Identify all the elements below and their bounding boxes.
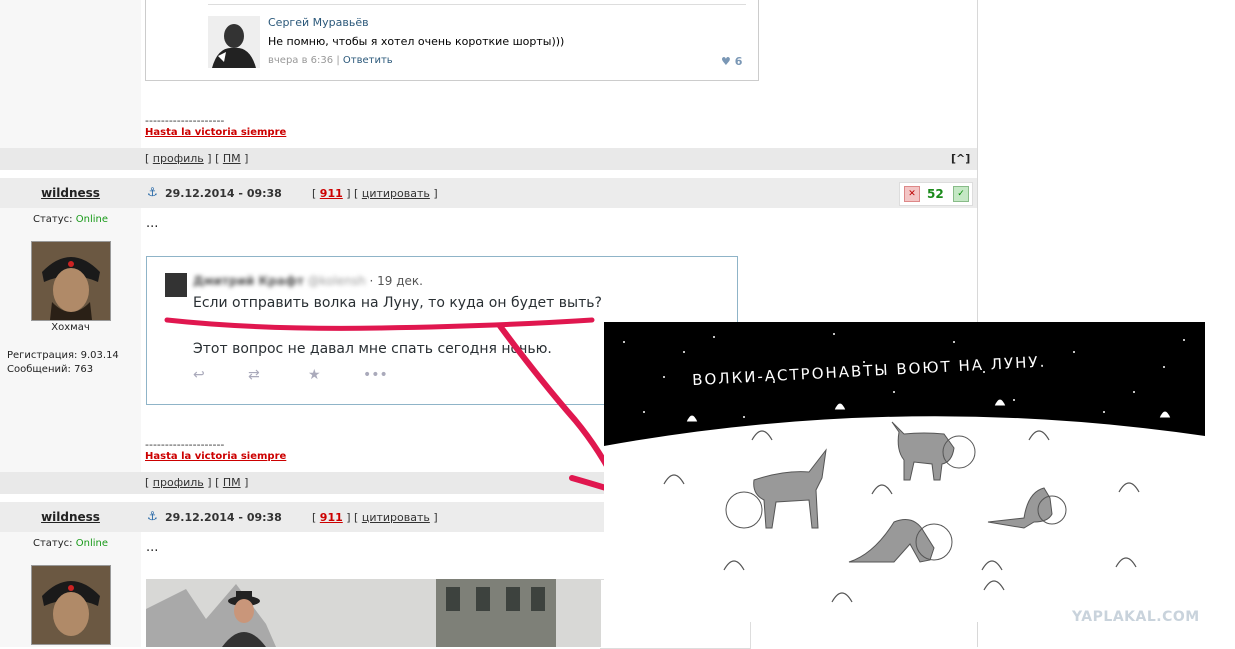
signature-line: -------------------- — [145, 438, 225, 451]
tweet-line-2: Этот вопрос не давал мне спать сегодня н… — [193, 341, 552, 357]
post-number-link[interactable]: 911 — [320, 511, 343, 524]
rating-box: ✕ 52 ✓ — [899, 182, 973, 206]
tweet-line-1: Если отправить волка на Луну, то куда он… — [193, 295, 602, 311]
status-label: Статус: — [33, 538, 73, 549]
avatar[interactable] — [31, 565, 111, 645]
left-column — [0, 0, 141, 148]
comment-time: вчера в 6:36 — [268, 55, 334, 66]
quote-link[interactable]: цитировать — [362, 187, 430, 200]
status-value: Online — [75, 214, 108, 225]
favorite-icon[interactable]: ★ — [308, 367, 321, 383]
comment-separator: | — [336, 55, 340, 66]
reply-link[interactable]: Ответить — [343, 55, 393, 66]
signature-motto[interactable]: Hasta la victoria siempre — [145, 127, 286, 138]
avatar[interactable] — [31, 241, 111, 321]
anchor-icon[interactable]: ⚓ — [147, 509, 158, 523]
post-photo — [146, 579, 601, 647]
post-username[interactable]: wildness — [0, 186, 141, 200]
status-value: Online — [75, 538, 108, 549]
tweet-date[interactable]: · 19 дек. — [370, 274, 423, 288]
retweet-icon[interactable]: ⇄ — [248, 367, 260, 383]
post-body: ... — [146, 540, 159, 555]
heart-icon[interactable]: ♥ — [721, 55, 731, 68]
post-date: 29.12.2014 - 09:38 — [165, 511, 282, 524]
pm-link[interactable]: ПМ — [223, 476, 241, 489]
signature: -------------------- Hasta la victoria s… — [145, 438, 286, 462]
reg-label: Регистрация: — [7, 350, 78, 361]
profile-link[interactable]: профиль — [153, 152, 204, 165]
scroll-top-button[interactable]: [^] — [951, 152, 970, 165]
post-date: 29.12.2014 - 09:38 — [165, 187, 282, 200]
reply-icon[interactable]: ↩ — [193, 367, 205, 383]
reg-value: 9.03.14 — [80, 350, 119, 361]
anchor-icon[interactable]: ⚓ — [147, 185, 158, 199]
tweet-handle[interactable]: @kolensh — [308, 274, 366, 288]
post-footer: [ профиль ] [ ПМ ] [^] — [0, 148, 977, 170]
user-info-panel: Статус: Online Хохмач Регистрация: 9.03.… — [0, 208, 141, 472]
signature: -------------------- Hasta la victoria s… — [145, 114, 286, 138]
commenter-name[interactable]: Сергей Муравьёв — [268, 16, 369, 29]
signature-line: -------------------- — [145, 114, 225, 127]
profile-link[interactable]: профиль — [153, 476, 204, 489]
pm-link[interactable]: ПМ — [223, 152, 241, 165]
quote-link[interactable]: цитировать — [362, 511, 430, 524]
thumbs-up-icon[interactable]: ✓ — [953, 186, 969, 202]
user-info-panel: Статус: Online — [0, 532, 141, 647]
thumbs-down-icon[interactable]: ✕ — [904, 186, 920, 202]
post-body: ... — [146, 216, 159, 231]
tweet-avatar — [165, 273, 187, 297]
watermark: YAPLAKAL.COM — [1072, 609, 1200, 625]
more-icon[interactable]: ••• — [363, 367, 388, 383]
posts-value: 763 — [74, 364, 94, 375]
rating-value: 52 — [927, 187, 944, 201]
post-number-link[interactable]: 911 — [320, 187, 343, 200]
status-label: Статус: — [33, 214, 73, 225]
signature-motto[interactable]: Hasta la victoria siempre — [145, 451, 286, 462]
posts-label: Сообщений: — [7, 364, 71, 375]
comic-image: ВОЛКИ-АСТРОНАВТЫ ВОЮТ НА ЛУНУ. — [604, 322, 1205, 622]
vk-comment: Сергей Муравьёв Не помню, чтобы я хотел … — [145, 0, 759, 81]
like-count: 6 — [734, 55, 743, 68]
tweet-author[interactable]: Дмитрий Крафт — [193, 274, 304, 288]
post-username[interactable]: wildness — [0, 510, 141, 524]
comment-text: Не помню, чтобы я хотел очень короткие ш… — [268, 35, 565, 48]
post-header: wildness ⚓ 29.12.2014 - 09:38 [ 911 ] [ … — [0, 178, 977, 208]
commenter-avatar — [208, 16, 260, 68]
user-rank: Хохмач — [51, 322, 90, 333]
